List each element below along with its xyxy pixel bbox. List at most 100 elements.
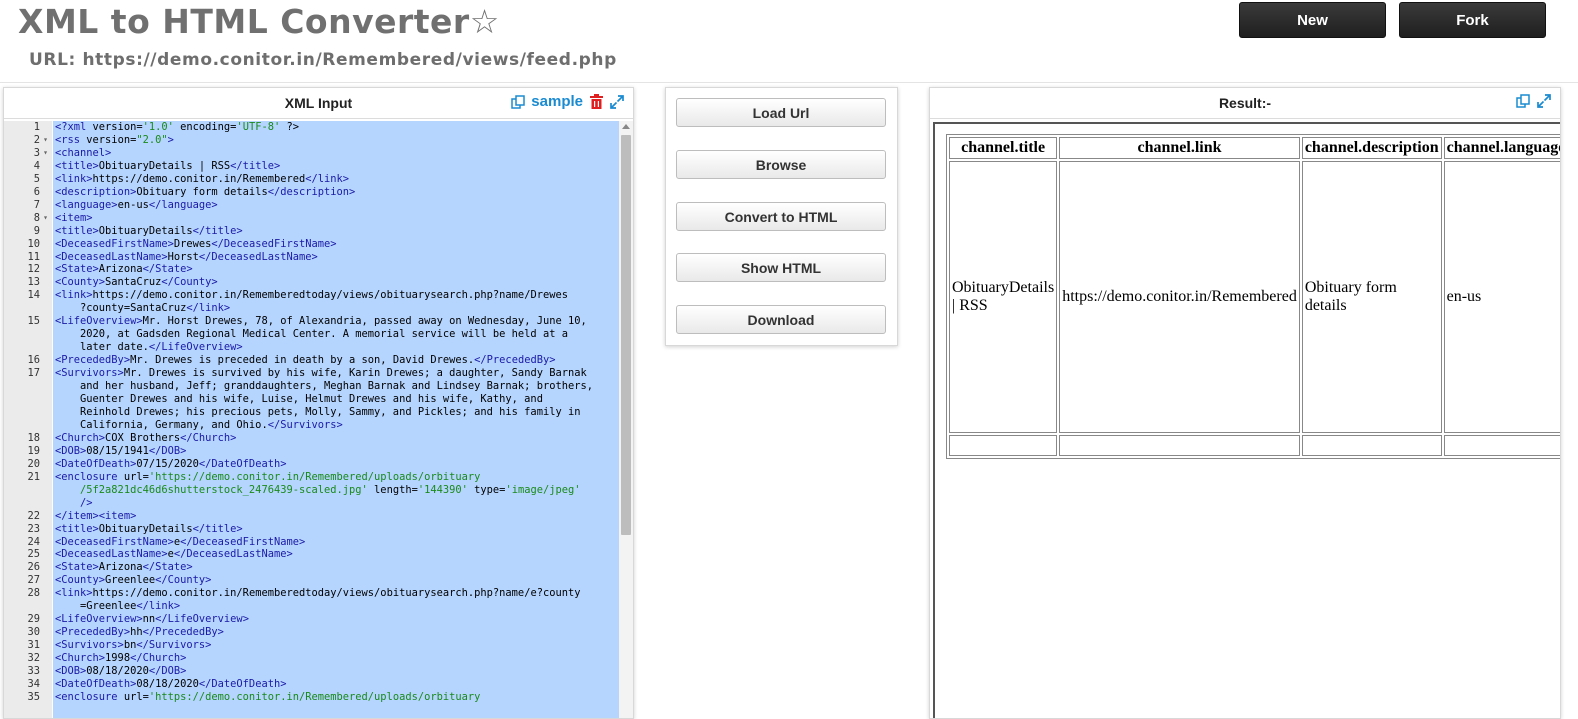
code-line: California, Germany, and Ohio.</Survivor… — [4, 419, 619, 432]
code-line: 32 <Church>1998</Church> — [4, 652, 619, 665]
scroll-up-arrow-icon[interactable] — [622, 124, 630, 129]
line-number — [4, 406, 40, 419]
line-number — [4, 484, 40, 497]
column-header: channel.link — [1059, 137, 1300, 159]
scrollbar-thumb[interactable] — [621, 135, 631, 535]
code-text: 2020, at Gadsden Regional Medical Center… — [55, 328, 568, 341]
result-title: Result:- — [1218, 95, 1272, 111]
result-table: channel.title channel.link channel.descr… — [946, 134, 1560, 459]
code-line: Reinhold Drewes; his precious pets, Moll… — [4, 406, 619, 419]
code-text: <rss version="2.0"> — [55, 133, 174, 146]
xml-input-panel: XML Input sample 1 <?xml version='1.0' en… — [3, 87, 634, 719]
code-text: later date.</LifeOverview> — [55, 341, 243, 354]
line-number: 3 — [33, 146, 40, 159]
code-line: 16 <PrecededBy>Mr. Drewes is preceded in … — [4, 354, 619, 367]
code-line: 3 ▾ <channel> — [4, 147, 619, 160]
line-number: 35 — [27, 690, 40, 703]
fold-arrow-icon[interactable]: ▾ — [40, 147, 51, 160]
code-text: <language>en-us</language> — [55, 198, 218, 211]
code-text: <item> — [55, 211, 93, 224]
code-text: <State>Arizona</State> — [55, 263, 193, 276]
code-text: <DeceasedFirstName>Drewes</DeceasedFirst… — [55, 237, 337, 250]
fold-arrow-icon[interactable]: ▾ — [40, 134, 51, 147]
code-text: <Church>COX Brothers</Church> — [55, 431, 237, 444]
xml-code-editor[interactable]: 1 <?xml version='1.0' encoding='UTF-8' ?>… — [4, 121, 633, 718]
line-number: 27 — [27, 574, 40, 587]
table-cell: Obituary form details — [1301, 161, 1442, 433]
code-text: <Church>1998</Church> — [55, 652, 187, 665]
delete-icon[interactable] — [588, 94, 604, 110]
code-lines: 1 <?xml version='1.0' encoding='UTF-8' ?>… — [4, 121, 619, 704]
code-text: <enclosure url='https://demo.conitor.in/… — [55, 690, 481, 703]
code-text: California, Germany, and Ohio.</Survivor… — [55, 418, 343, 431]
line-number — [4, 341, 40, 354]
result-frame: channel.title channel.link channel.descr… — [933, 122, 1560, 718]
xml-input-tools: sample — [510, 93, 625, 110]
table-cell — [949, 435, 1058, 456]
code-text: <link>https://demo.conitor.in/Remembered… — [55, 289, 568, 302]
line-number: 2 — [33, 133, 40, 146]
copy-icon[interactable] — [510, 94, 526, 110]
convert-to-html-button[interactable]: Convert to HTML — [676, 202, 886, 231]
code-line: 4 <title>ObituaryDetails | RSS</title> — [4, 160, 619, 173]
new-button[interactable]: New — [1239, 2, 1386, 38]
table-cell: en-us — [1443, 161, 1560, 433]
editor-scrollbar[interactable] — [619, 121, 633, 718]
expand-icon[interactable] — [1536, 93, 1552, 109]
code-line: ?county=SantaCruz</link> — [4, 302, 619, 315]
line-number: 10 — [27, 237, 40, 250]
code-text: <DeceasedLastName>Horst</DeceasedLastNam… — [55, 250, 318, 263]
line-number: 31 — [27, 639, 40, 652]
code-text: =Greenlee</link> — [55, 600, 181, 613]
line-number: 29 — [27, 613, 40, 626]
browse-button[interactable]: Browse — [676, 150, 886, 179]
sample-link[interactable]: sample — [531, 93, 583, 110]
code-line: 5 <link>https://demo.conitor.in/Remembere… — [4, 173, 619, 186]
star-icon[interactable]: ☆ — [470, 2, 500, 41]
table-cell — [1301, 435, 1442, 456]
code-line: 9 <title>ObituaryDetails</title> — [4, 225, 619, 238]
code-text: <State>Arizona</State> — [55, 561, 193, 574]
fold-arrow-icon[interactable]: ▾ — [40, 212, 51, 225]
code-text: <description>Obituary form details</desc… — [55, 185, 356, 198]
result-tools — [1515, 93, 1552, 109]
code-text: /5f2a821dc46d6shutterstock_2476439-scale… — [55, 483, 581, 496]
header-divider — [0, 82, 1578, 83]
code-text: <PrecededBy>hh</PrecededBy> — [55, 626, 224, 639]
download-button[interactable]: Download — [676, 305, 886, 334]
code-text: <DeceasedFirstName>e</DeceasedFirstName> — [55, 535, 306, 548]
code-line: 35 <enclosure url='https://demo.conitor.i… — [4, 691, 619, 704]
line-number: 28 — [27, 587, 40, 600]
show-html-button[interactable]: Show HTML — [676, 253, 886, 282]
fork-button[interactable]: Fork — [1399, 2, 1546, 38]
line-number: 5 — [33, 172, 40, 185]
load-url-button[interactable]: Load Url — [676, 98, 886, 127]
line-number: 13 — [27, 276, 40, 289]
code-text: /> — [80, 496, 93, 509]
code-line: 28 <link>https://demo.conitor.in/Remember… — [4, 587, 619, 600]
line-number: 21 — [27, 470, 40, 483]
line-number — [4, 419, 40, 432]
expand-icon[interactable] — [609, 94, 625, 110]
code-line: 7 <language>en-us</language> — [4, 199, 619, 212]
line-number: 19 — [27, 444, 40, 457]
copy-icon[interactable] — [1515, 93, 1531, 109]
